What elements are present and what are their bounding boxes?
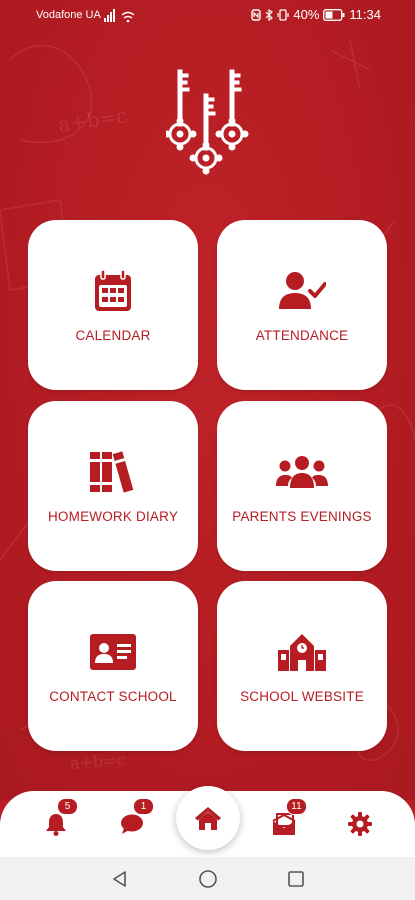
status-bar: Vodafone UA 40% 11:34 xyxy=(0,0,415,32)
mail-icon xyxy=(272,813,296,835)
contact-school-label: CONTACT SCHOOL xyxy=(49,689,177,704)
back-triangle-icon xyxy=(113,871,126,887)
contact-school-tile[interactable]: CONTACT SCHOOL xyxy=(28,581,198,751)
school-logo-keys xyxy=(166,69,249,175)
attendance-label: ATTENDANCE xyxy=(255,328,349,343)
back-button[interactable] xyxy=(108,867,132,891)
clock: 11:34 xyxy=(349,7,381,22)
carrier-name: Vodafone UA xyxy=(36,9,101,21)
battery-percent: 40% xyxy=(293,7,320,22)
books-icon xyxy=(83,449,143,495)
bluetooth-icon xyxy=(265,8,274,21)
home-nav-button[interactable] xyxy=(196,867,220,891)
recents-square-icon xyxy=(288,871,304,887)
homework-diary-tile[interactable]: HOMEWORK DIARY xyxy=(28,401,198,571)
battery-icon xyxy=(323,8,345,21)
bottom-tab-bar: 5 1 11 xyxy=(0,786,415,857)
bell-icon xyxy=(46,814,66,836)
user-check-icon xyxy=(272,268,332,314)
school-website-label: SCHOOL WEBSITE xyxy=(240,689,364,704)
school-icon xyxy=(272,629,332,675)
settings-tab[interactable] xyxy=(340,804,380,844)
id-card-icon xyxy=(83,629,143,675)
messages-badge: 1 xyxy=(133,798,154,815)
home-icon xyxy=(195,807,221,830)
vibrate-icon xyxy=(277,8,289,21)
chat-icon xyxy=(121,814,143,834)
notifications-tab[interactable]: 5 xyxy=(36,798,78,844)
home-circle-icon xyxy=(199,870,217,888)
gear-icon xyxy=(348,812,372,836)
school-website-tile[interactable]: SCHOOL WEBSITE xyxy=(217,581,387,751)
parents-evenings-tile[interactable]: PARENTS EVENINGS xyxy=(217,401,387,571)
status-right: 40% 11:34 xyxy=(251,7,381,22)
calendar-tile[interactable]: CALENDAR xyxy=(28,220,198,390)
home-button[interactable] xyxy=(176,786,240,850)
parents-evenings-label: PARENTS EVENINGS xyxy=(232,509,372,524)
calendar-label: CALENDAR xyxy=(75,328,151,343)
messages-tab[interactable]: 1 xyxy=(112,798,154,844)
homework-diary-label: HOMEWORK DIARY xyxy=(47,509,179,524)
mail-tab[interactable]: 11 xyxy=(264,798,307,844)
attendance-tile[interactable]: ATTENDANCE xyxy=(217,220,387,390)
nfc-icon xyxy=(251,8,262,21)
users-icon xyxy=(272,449,332,495)
notifications-badge: 5 xyxy=(57,798,78,815)
recents-button[interactable] xyxy=(284,867,308,891)
signal-wifi-icon xyxy=(104,9,135,23)
system-nav-bar xyxy=(0,857,415,900)
calendar-icon xyxy=(83,268,143,314)
mail-badge: 11 xyxy=(286,798,307,815)
